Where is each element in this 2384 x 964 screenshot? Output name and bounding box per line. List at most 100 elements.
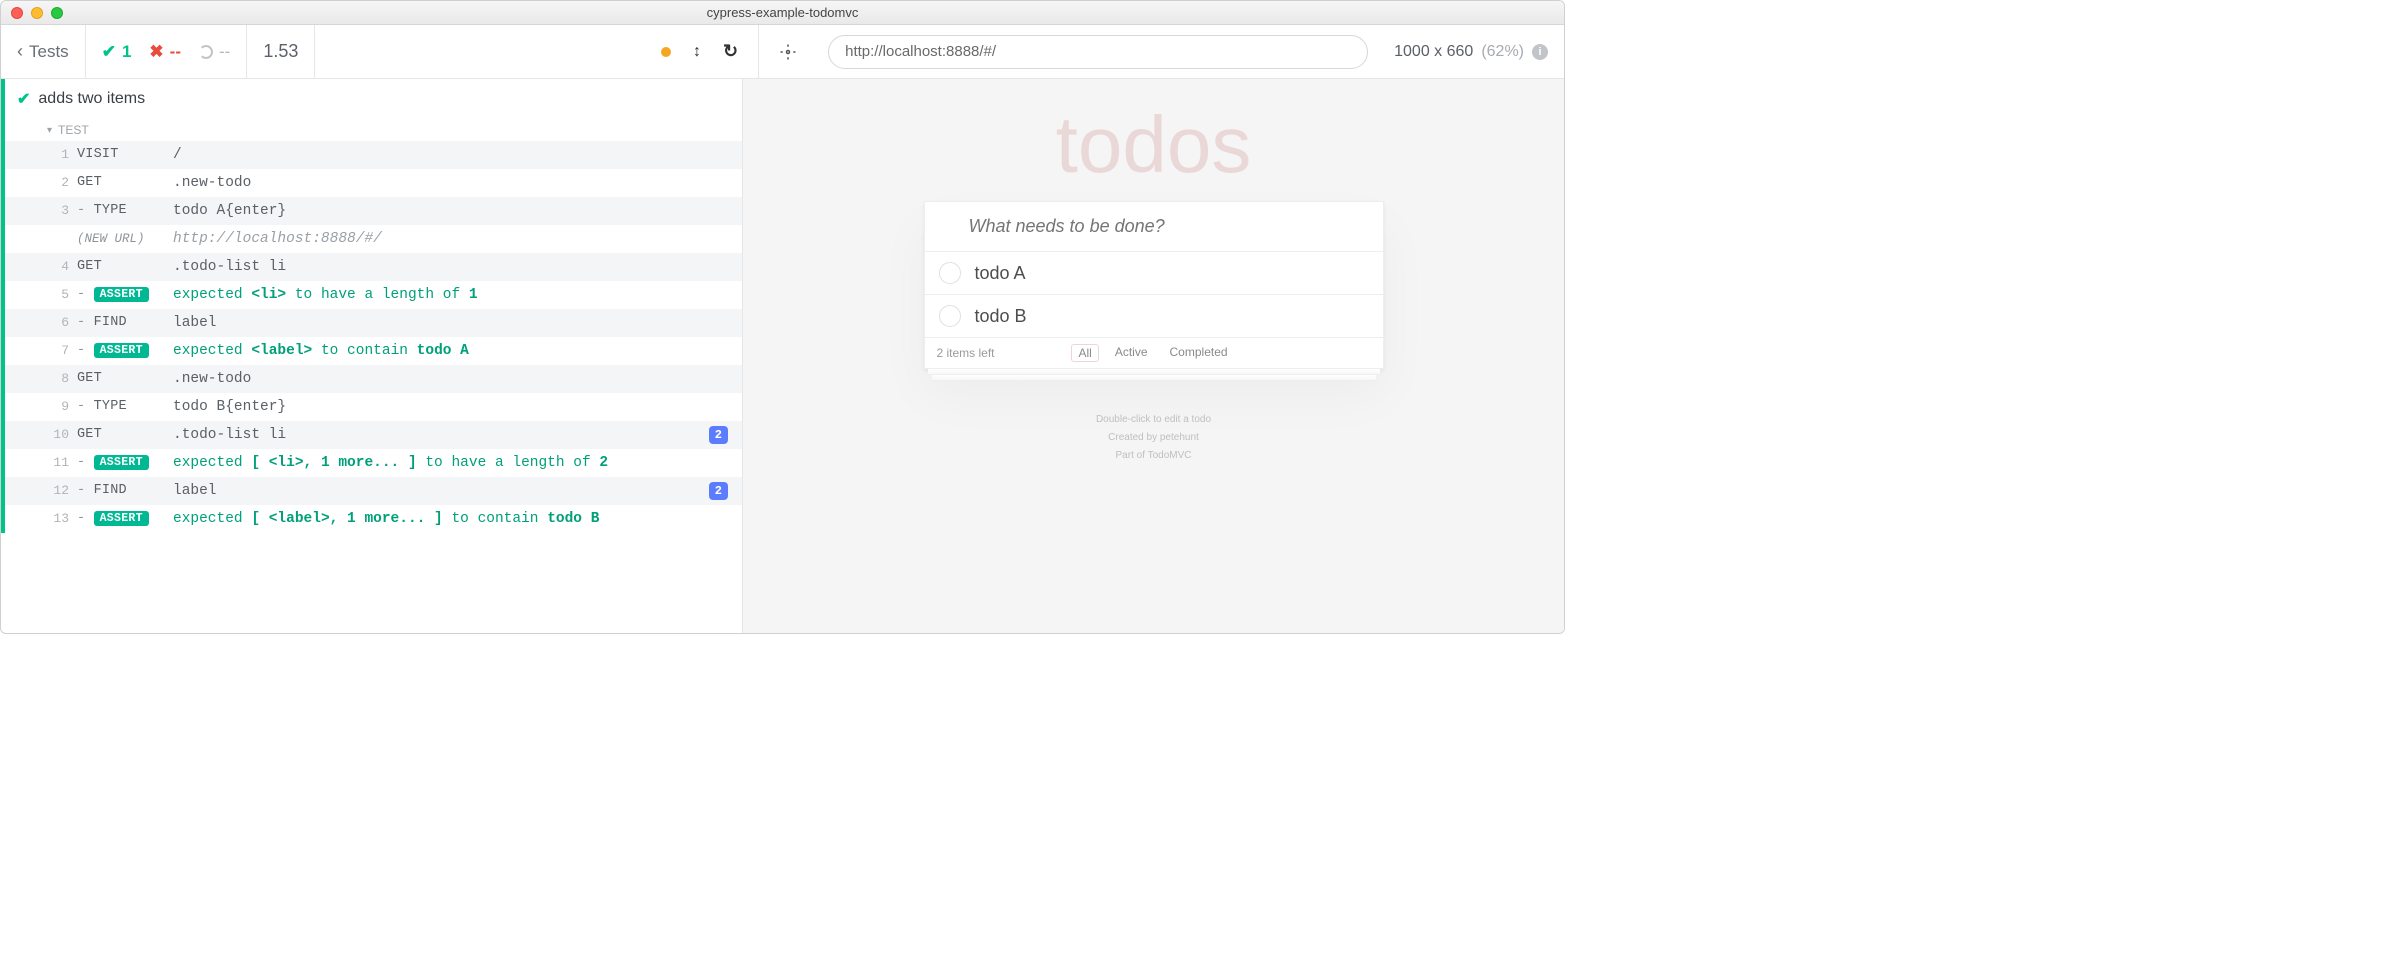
- command-row[interactable]: 6FINDlabel: [5, 309, 742, 337]
- duration: 1.53: [263, 41, 298, 62]
- viewport-size: 1000 x 660: [1394, 43, 1473, 61]
- event-name: (NEW URL): [77, 232, 173, 246]
- pending-count: --: [199, 42, 230, 62]
- test-block: ✔ adds two items ▾ TEST 1VISIT/2GET.new-…: [1, 79, 742, 533]
- command-number: 7: [45, 343, 69, 358]
- todo-item[interactable]: todo B: [925, 295, 1383, 338]
- command-number: 2: [45, 175, 69, 190]
- command-row[interactable]: 13 ASSERT expected [ <label>, 1 more... ] …: [5, 505, 742, 533]
- todo-footer: 2 items left All Active Completed: [925, 338, 1383, 368]
- command-row[interactable]: 2 GET.new-todo: [5, 169, 742, 197]
- x-icon: ✖: [149, 42, 163, 62]
- window-title: cypress-example-todomvc: [1, 5, 1564, 20]
- filter-active[interactable]: Active: [1109, 344, 1154, 362]
- filter-completed[interactable]: Completed: [1164, 344, 1234, 362]
- author-link[interactable]: petehunt: [1160, 432, 1199, 443]
- command-number: 4: [45, 259, 69, 274]
- command-message: /: [173, 147, 732, 163]
- test-title-row[interactable]: ✔ adds two items: [5, 79, 742, 119]
- auto-scroll-toggle[interactable]: ↕: [693, 43, 701, 61]
- command-message: todo A{enter}: [173, 203, 732, 219]
- recording-indicator-icon: [661, 47, 671, 57]
- command-number: 6: [45, 315, 69, 330]
- command-message: .todo-list li: [173, 427, 732, 443]
- command-row[interactable]: (NEW URL)http://localhost:8888/#/: [5, 225, 742, 253]
- chevron-left-icon: ‹: [17, 41, 23, 62]
- assert-message: expected <label> to contain todo A: [173, 343, 732, 359]
- command-message: .todo-list li: [173, 259, 732, 275]
- reload-button[interactable]: ↻: [723, 41, 738, 62]
- caret-down-icon: ▾: [47, 125, 52, 136]
- assert-badge: ASSERT: [94, 511, 149, 526]
- main-split: ✔ adds two items ▾ TEST 1VISIT/2GET.new-…: [1, 79, 1564, 633]
- passed-value: 1: [122, 42, 131, 62]
- mac-titlebar: cypress-example-todomvc: [1, 1, 1564, 25]
- todo-label[interactable]: todo B: [975, 306, 1027, 327]
- command-number: 9: [45, 399, 69, 414]
- assert-badge: ASSERT: [94, 455, 149, 470]
- aut-panel: todos todo A todo B 2 items left All Acti…: [743, 79, 1564, 633]
- event-message: http://localhost:8888/#/: [173, 231, 732, 247]
- command-name: TYPE: [77, 203, 173, 218]
- command-row[interactable]: 7ASSERTexpected <label> to contain todo …: [5, 337, 742, 365]
- command-row[interactable]: 8 GET.new-todo: [5, 365, 742, 393]
- tests-label: Tests: [29, 42, 69, 62]
- todo-label[interactable]: todo A: [975, 263, 1026, 284]
- viewport-scale: (62%): [1481, 43, 1524, 61]
- command-row[interactable]: 10GET.todo-list li2: [5, 421, 742, 449]
- viewport-info[interactable]: 1000 x 660 (62%) i: [1378, 25, 1564, 78]
- command-row[interactable]: 11ASSERTexpected [ <li>, 1 more... ] to …: [5, 449, 742, 477]
- new-todo-input[interactable]: [925, 202, 1383, 252]
- command-name: ASSERT: [77, 287, 173, 302]
- command-row[interactable]: 3TYPEtodo A{enter}: [5, 197, 742, 225]
- info-line-2: Created by petehunt: [924, 429, 1384, 447]
- command-number: 8: [45, 371, 69, 386]
- command-name: ASSERT: [77, 455, 173, 470]
- command-name: GET: [77, 371, 173, 386]
- todoapp: todos todo A todo B 2 items left All Acti…: [924, 99, 1384, 465]
- command-list: 1VISIT/2GET.new-todo3TYPEtodo A{enter}(N…: [5, 141, 742, 533]
- command-number: 12: [45, 483, 69, 498]
- check-icon: ✔: [102, 42, 116, 62]
- command-number: 11: [45, 455, 69, 470]
- section-label-text: TEST: [58, 123, 89, 137]
- command-row[interactable]: 4GET.todo-list li: [5, 253, 742, 281]
- todo-info: Double-click to edit a todo Created by p…: [924, 411, 1384, 465]
- todo-item[interactable]: todo A: [925, 252, 1383, 295]
- todo-toggle[interactable]: [939, 305, 961, 327]
- todomvc-link[interactable]: TodoMVC: [1148, 450, 1192, 461]
- passed-count: ✔ 1: [102, 42, 132, 62]
- test-title: adds two items: [38, 90, 145, 108]
- command-message: .new-todo: [173, 371, 732, 387]
- assert-message: expected <li> to have a length of 1: [173, 287, 732, 303]
- todo-toggle[interactable]: [939, 262, 961, 284]
- command-name: GET: [77, 175, 173, 190]
- command-name: FIND: [77, 315, 173, 330]
- assert-badge: ASSERT: [94, 287, 149, 302]
- runner-toolbar: ‹ Tests ✔ 1 ✖ -- -- 1.53 ↕: [1, 25, 1564, 79]
- command-row[interactable]: 5ASSERTexpected <li> to have a length of…: [5, 281, 742, 309]
- failed-value: --: [170, 42, 181, 62]
- filters: All Active Completed: [1071, 344, 1233, 362]
- info-line-1: Double-click to edit a todo: [924, 411, 1384, 429]
- command-row[interactable]: 12FINDlabel2: [5, 477, 742, 505]
- element-count-badge: 2: [709, 426, 728, 444]
- info-line-3: Part of TodoMVC: [924, 447, 1384, 465]
- command-row[interactable]: 1VISIT/: [5, 141, 742, 169]
- test-section-label[interactable]: ▾ TEST: [5, 119, 742, 141]
- command-row[interactable]: 9 TYPEtodo B{enter}: [5, 393, 742, 421]
- selector-playground-button[interactable]: [759, 25, 818, 78]
- command-number: 10: [45, 427, 69, 442]
- command-message: todo B{enter}: [173, 399, 732, 415]
- command-log-panel[interactable]: ✔ adds two items ▾ TEST 1VISIT/2GET.new-…: [1, 79, 743, 633]
- todos-heading: todos: [924, 99, 1384, 191]
- todo-box: todo A todo B 2 items left All Active Com…: [924, 201, 1384, 369]
- command-message: .new-todo: [173, 175, 732, 191]
- assert-message: expected [ <label>, 1 more... ] to conta…: [173, 511, 732, 527]
- command-number: 13: [45, 511, 69, 526]
- command-name: VISIT: [77, 147, 173, 162]
- command-name: TYPE: [77, 399, 173, 414]
- filter-all[interactable]: All: [1071, 344, 1098, 362]
- back-to-tests-button[interactable]: ‹ Tests: [17, 41, 69, 62]
- aut-url-input[interactable]: [828, 35, 1368, 69]
